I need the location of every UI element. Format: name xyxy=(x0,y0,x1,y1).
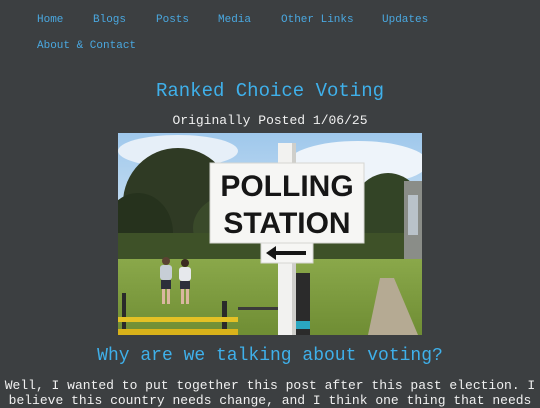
nav-home-link[interactable]: Home xyxy=(37,13,63,27)
nav-blogs-link[interactable]: Blogs xyxy=(93,13,126,27)
nav-about-contact-link[interactable]: About & Contact xyxy=(37,39,136,53)
page-title: Ranked Choice Voting xyxy=(155,80,385,102)
posted-date: Originally Posted 1/06/25 xyxy=(172,113,368,128)
post-paragraph: Well, I wanted to put together this post… xyxy=(0,378,540,408)
sign-line-1: POLLING xyxy=(220,170,353,203)
paragraph-line: Well, I wanted to put together this post… xyxy=(4,378,536,393)
sign-line-2: STATION xyxy=(223,207,350,240)
section-heading: Why are we talking about voting? xyxy=(97,346,443,366)
polling-station-photo: POLLING STATION xyxy=(118,133,422,335)
paragraph-line: believe this country needs change, and I… xyxy=(8,393,532,408)
nav-other-links-link[interactable]: Other Links xyxy=(281,13,354,27)
nav-posts-link[interactable]: Posts xyxy=(156,13,189,27)
nav-updates-link[interactable]: Updates xyxy=(382,13,428,27)
top-nav: Home Blogs Posts Media Other Links Updat… xyxy=(0,0,540,64)
nav-media-link[interactable]: Media xyxy=(218,13,251,27)
